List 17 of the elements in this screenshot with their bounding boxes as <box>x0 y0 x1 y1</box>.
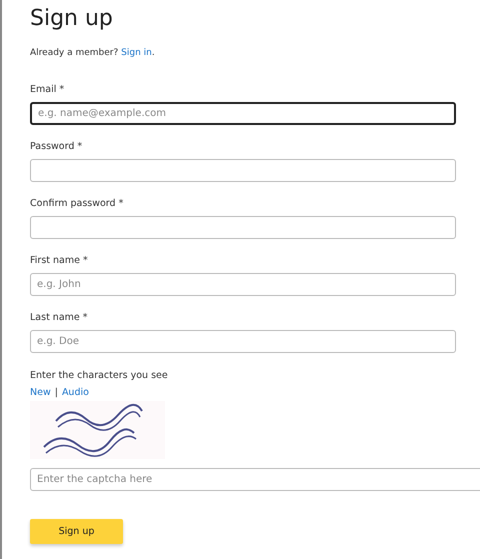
input-field[interactable]: e.g. Doe <box>30 330 456 353</box>
separator: | <box>54 387 58 398</box>
captcha-link[interactable]: New <box>30 387 51 398</box>
sign-up-button[interactable]: Sign up <box>30 519 123 544</box>
sign-in-link[interactable]: Sign in <box>121 48 152 58</box>
field-label: Last name * <box>30 312 88 323</box>
field-label: Confirm password * <box>30 198 124 209</box>
captcha-link[interactable]: Audio <box>62 387 89 398</box>
captcha-label: Enter the characters you see <box>30 370 168 381</box>
field-label: Password * <box>30 141 82 152</box>
field-label: First name * <box>30 255 88 266</box>
input-field[interactable]: e.g. John <box>30 273 456 296</box>
input-field[interactable]: e.g. name@example.com <box>30 102 456 125</box>
page-title: Sign up <box>30 5 113 33</box>
field-label: Email * <box>30 84 64 95</box>
member-prompt: Already a member? Sign in. <box>30 48 155 58</box>
captcha-field[interactable]: Enter the captcha here <box>30 468 480 491</box>
